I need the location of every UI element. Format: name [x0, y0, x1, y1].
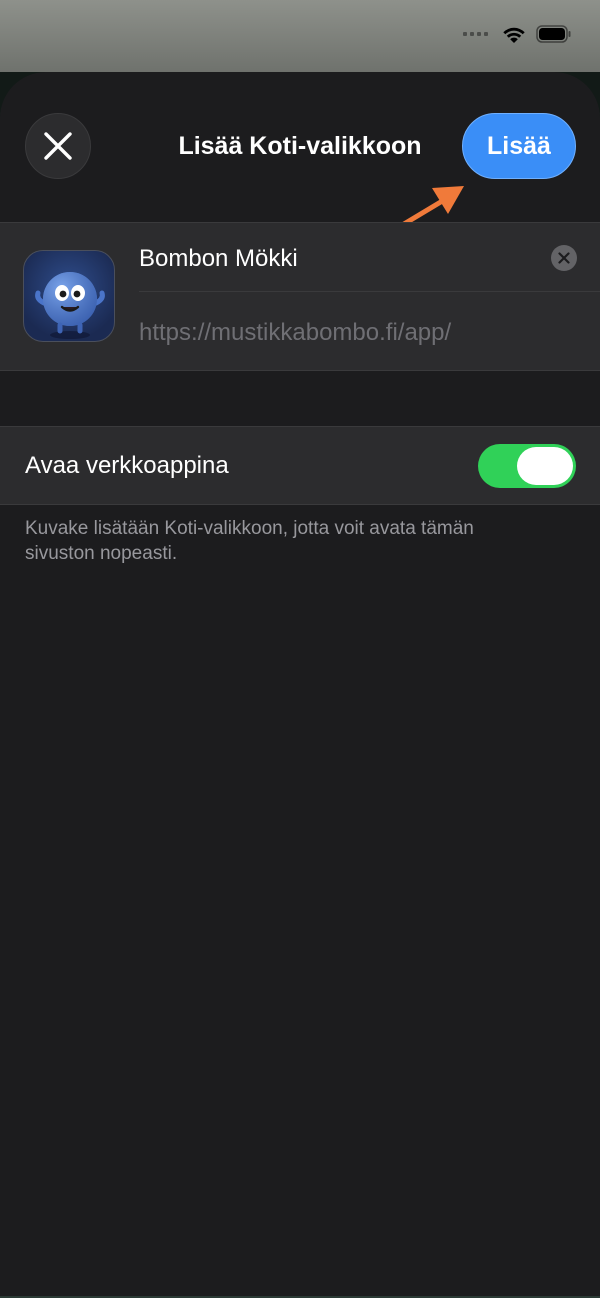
- web-app-toggle[interactable]: [478, 444, 576, 488]
- battery-icon: [536, 25, 572, 43]
- app-name-input[interactable]: [139, 241, 539, 277]
- status-bar: [0, 0, 600, 72]
- blueberry-mascot-icon: [23, 250, 115, 342]
- app-info-card: https://mustikkabombo.fi/app/: [0, 222, 600, 371]
- footnote-text: Kuvake lisätään Koti-valikkoon, jotta vo…: [25, 518, 474, 564]
- toggle-knob: [517, 447, 573, 485]
- clear-icon: [558, 252, 570, 264]
- app-url: https://mustikkabombo.fi/app/: [139, 319, 452, 346]
- status-icons: [463, 24, 572, 44]
- clear-text-button[interactable]: [551, 245, 577, 271]
- web-app-setting-row: Avaa verkkoappina: [0, 426, 600, 505]
- cellular-signal-icon: [463, 32, 488, 36]
- field-divider: [139, 291, 600, 292]
- add-button[interactable]: Lisää: [462, 113, 576, 179]
- close-icon: [44, 132, 72, 160]
- wifi-icon: [502, 24, 526, 44]
- close-button[interactable]: [25, 113, 91, 179]
- web-app-toggle-label: Avaa verkkoappina: [25, 452, 229, 479]
